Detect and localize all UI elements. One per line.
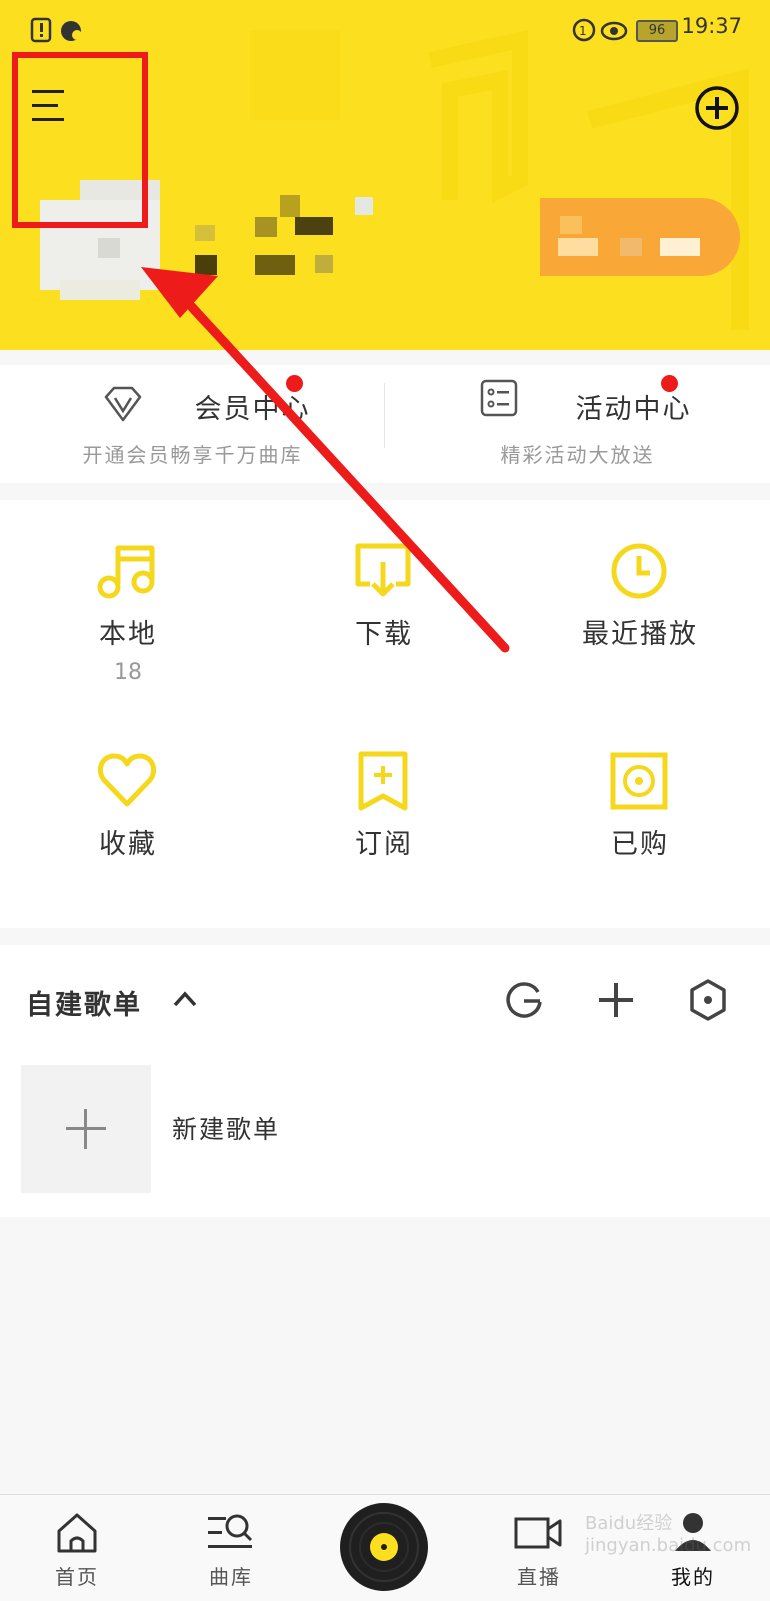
annotation-arrow — [141, 267, 510, 653]
watermark-text: Baidu经验 jingyan.baidu.com — [585, 1513, 752, 1556]
bookmark-add-icon — [358, 751, 408, 811]
grid-item-purchased[interactable]: 已购 — [512, 710, 768, 920]
plus-icon — [66, 1109, 106, 1149]
tab-label: 曲库 — [209, 1565, 253, 1589]
bottom-tab-bar: 首页 曲库 直播 我的 Baidu经验 jingyan.baidu.com — [0, 1494, 770, 1601]
tab-label: 直播 — [517, 1565, 561, 1589]
now-playing-button[interactable] — [340, 1503, 428, 1591]
library-search-icon — [208, 1514, 253, 1548]
grid-item-label: 收藏 — [99, 829, 157, 860]
new-playlist-label[interactable]: 新建歌单 — [172, 1110, 280, 1146]
new-playlist-button[interactable] — [21, 1065, 151, 1193]
tab-library[interactable]: 曲库 — [176, 1495, 286, 1601]
settings-hexagon-icon[interactable] — [688, 978, 728, 1022]
disc-icon — [610, 752, 668, 810]
tab-label: 首页 — [55, 1565, 99, 1589]
tab-home[interactable]: 首页 — [22, 1495, 132, 1601]
chevron-up-icon[interactable] — [172, 989, 198, 1009]
section-title: 自建歌单 — [26, 990, 142, 1021]
add-icon[interactable] — [596, 980, 636, 1020]
refresh-icon[interactable] — [504, 980, 544, 1020]
my-playlists-section: 自建歌单 新建歌单 — [0, 945, 770, 1217]
vinyl-player-icon — [349, 1512, 419, 1582]
grid-item-label: 订阅 — [355, 829, 413, 860]
grid-item-subscribe[interactable]: 订阅 — [256, 710, 512, 920]
home-icon — [57, 1513, 97, 1553]
video-icon — [514, 1517, 562, 1549]
grid-item-label: 已购 — [611, 829, 669, 860]
heart-icon — [97, 753, 157, 807]
watermark: Baidu经验 jingyan.baidu.com — [585, 1509, 755, 1569]
grid-item-favorites[interactable]: 收藏 — [0, 710, 256, 920]
tab-live[interactable]: 直播 — [484, 1495, 594, 1601]
